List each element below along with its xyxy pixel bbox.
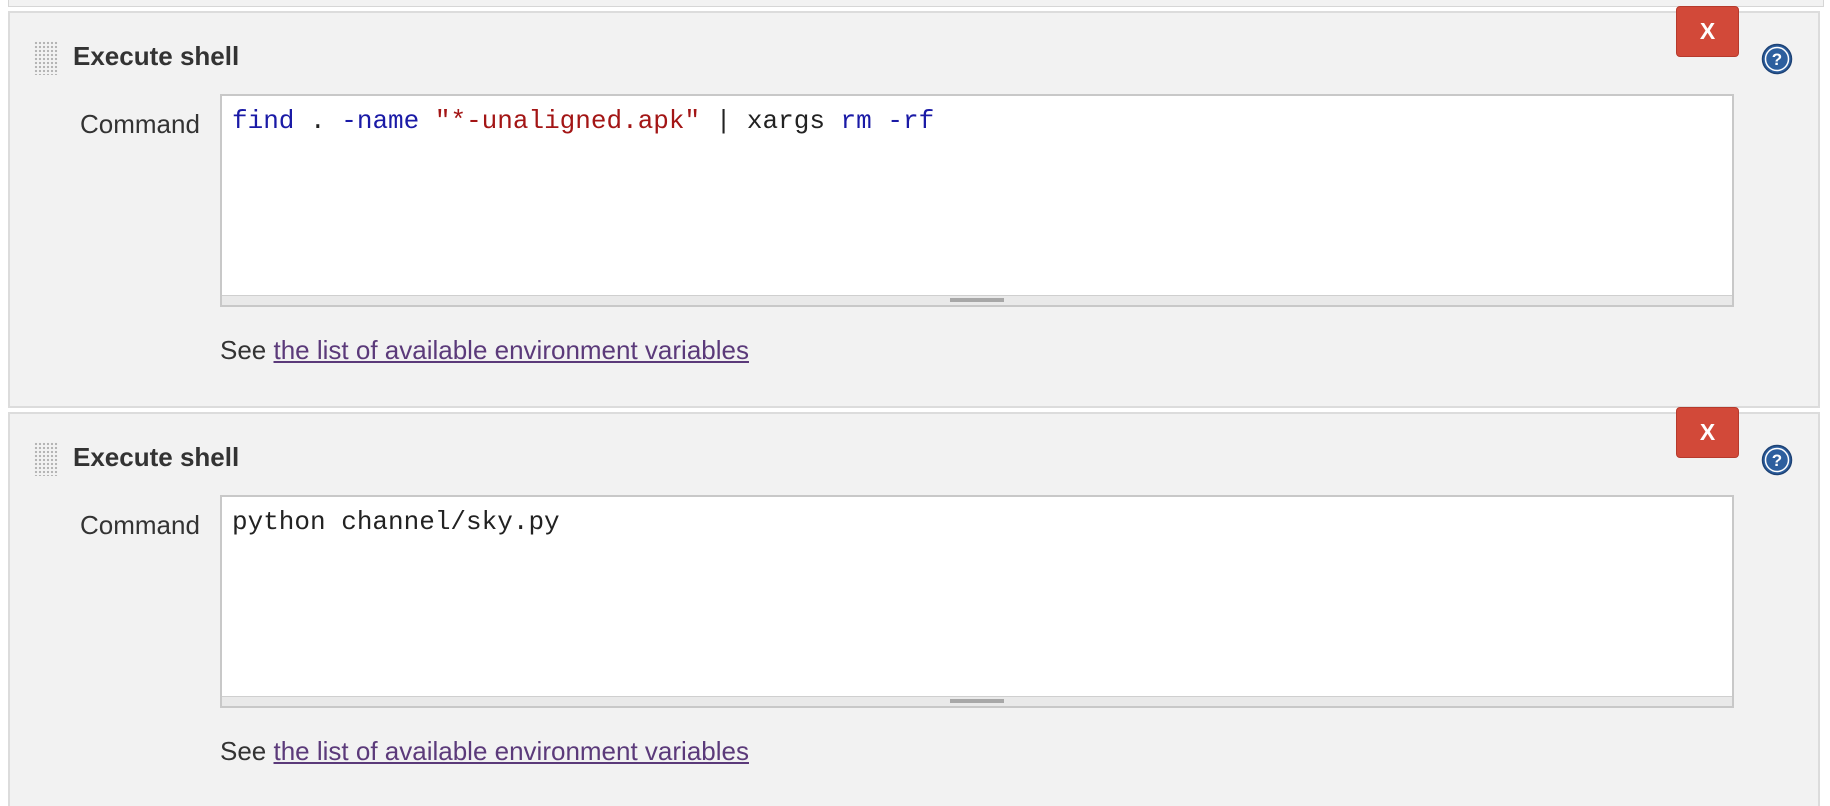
textarea-resize-bar: [222, 696, 1732, 706]
command-token: | xargs: [700, 106, 841, 136]
step-title: Execute shell: [73, 41, 240, 71]
command-token: -name: [341, 106, 420, 136]
command-token: [419, 106, 435, 136]
delete-step-button[interactable]: X: [1676, 6, 1739, 57]
drag-handle-icon[interactable]: [34, 41, 58, 75]
step-title: Execute shell: [73, 442, 240, 472]
help-icon[interactable]: ?: [1761, 43, 1793, 75]
env-vars-link[interactable]: the list of available environment variab…: [274, 736, 749, 766]
command-text[interactable]: find . -name "*-unaligned.apk" | xargs r…: [232, 106, 934, 136]
command-token: -rf: [887, 106, 935, 136]
see-prefix: See: [220, 736, 274, 766]
see-prefix: See: [220, 335, 274, 365]
command-label: Command: [80, 109, 200, 139]
command-token: [872, 106, 888, 136]
resize-grip-icon[interactable]: [950, 298, 1004, 302]
drag-handle-icon[interactable]: [34, 442, 58, 476]
help-icon[interactable]: ?: [1761, 444, 1793, 476]
env-vars-link[interactable]: the list of available environment variab…: [274, 335, 749, 365]
command-textarea[interactable]: python channel/sky.py: [220, 495, 1734, 708]
env-vars-hint: See the list of available environment va…: [220, 736, 749, 767]
svg-text:?: ?: [1772, 451, 1782, 470]
command-text[interactable]: python channel/sky.py: [232, 507, 560, 537]
command-textarea[interactable]: find . -name "*-unaligned.apk" | xargs r…: [220, 94, 1734, 307]
command-label: Command: [80, 510, 200, 540]
svg-text:?: ?: [1772, 50, 1782, 69]
command-token: python channel/sky.py: [232, 507, 560, 537]
build-step-execute-shell-1: Execute shell X ? Command find . -name "…: [8, 6, 1820, 408]
env-vars-hint: See the list of available environment va…: [220, 335, 749, 366]
command-token: "*-unaligned.apk": [434, 106, 701, 136]
command-token: find: [232, 106, 295, 136]
build-step-execute-shell-2: Execute shell X ? Command python channel…: [8, 407, 1820, 806]
resize-grip-icon[interactable]: [950, 699, 1004, 703]
command-token: rm: [840, 106, 872, 136]
textarea-resize-bar: [222, 295, 1732, 305]
delete-step-button[interactable]: X: [1676, 407, 1739, 458]
previous-step-edge: [8, 0, 1824, 7]
command-token: .: [294, 106, 342, 136]
